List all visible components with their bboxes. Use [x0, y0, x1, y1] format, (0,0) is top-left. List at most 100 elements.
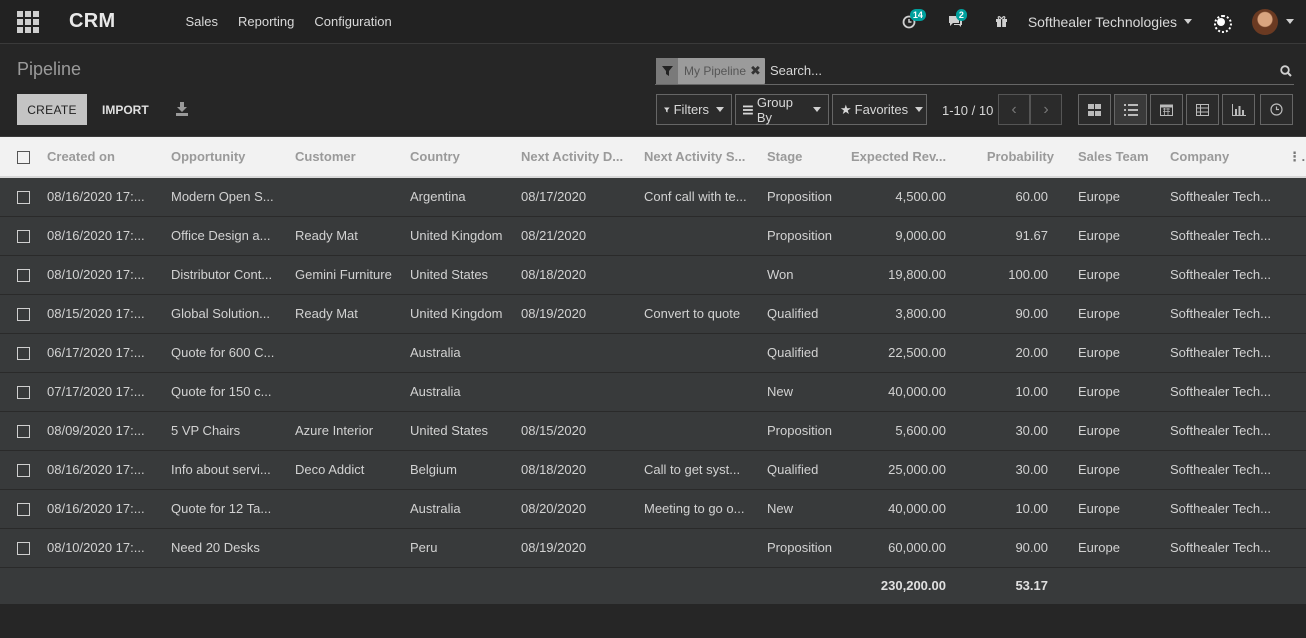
row-select-cell [0, 528, 41, 567]
cell-country: Australia [410, 345, 461, 360]
pager-value[interactable]: 1-10 / 10 [942, 103, 993, 118]
create-button[interactable]: CREATE [17, 94, 87, 125]
column-header[interactable]: Opportunity [165, 137, 289, 178]
chevron-right-icon: › [1043, 100, 1049, 118]
user-avatar[interactable] [1252, 8, 1278, 35]
cell-probability: 10.00 [1015, 384, 1048, 399]
pager-previous-button[interactable]: ‹ [998, 94, 1030, 125]
menu-item-sales[interactable]: Sales [175, 14, 228, 29]
pager-next-button[interactable]: › [1030, 94, 1062, 125]
remove-facet-icon[interactable]: ✖ [750, 63, 765, 79]
view-calendar-button[interactable] [1150, 94, 1183, 125]
view-pivot-button[interactable] [1186, 94, 1219, 125]
cell-next-activity-summary [638, 528, 761, 567]
table-row[interactable]: 07/17/2020 17:... Quote for 150 c... Austr… [0, 372, 1306, 411]
cell-created-on: 08/16/2020 17:... [47, 501, 145, 516]
row-checkbox[interactable] [17, 425, 30, 439]
view-list-button[interactable] [1114, 94, 1147, 125]
control-panel: Pipeline CREATE IMPORT My Pipeline ✖ Fil… [0, 44, 1306, 137]
filter-icon [656, 57, 678, 84]
column-header[interactable]: Next Activity S... [638, 137, 761, 178]
activity-icon[interactable]: 14 [902, 8, 926, 29]
row-select-cell [0, 333, 41, 372]
column-header[interactable]: Expected Rev... [845, 137, 960, 178]
cell-customer: Ready Mat [295, 228, 358, 243]
systray: 14 2 Softhealer Technologies [890, 0, 1306, 44]
groupby-button[interactable]: Group By [735, 94, 829, 125]
cell-opportunity: Quote for 12 Ta... [171, 501, 272, 516]
column-header[interactable]: Customer [289, 137, 404, 178]
list-icon [743, 105, 753, 114]
table-row[interactable]: 08/10/2020 17:... Need 20 Desks Peru 08/19/… [0, 528, 1306, 567]
row-checkbox[interactable] [17, 542, 30, 556]
row-checkbox[interactable] [17, 464, 30, 478]
row-checkbox[interactable] [17, 230, 30, 244]
table-row[interactable]: 08/16/2020 17:... Info about servi... Deco… [0, 450, 1306, 489]
view-graph-button[interactable] [1222, 94, 1255, 125]
cell-sales-team: Europe [1078, 306, 1120, 321]
table-row[interactable]: 06/17/2020 17:... Quote for 600 C... Austr… [0, 333, 1306, 372]
cell-next-activity-date: 08/17/2020 [521, 189, 587, 205]
filters-button[interactable]: Filters [656, 94, 732, 125]
company-switcher[interactable]: Softhealer Technologies [1028, 14, 1192, 30]
cell-customer: Gemini Furniture [295, 267, 392, 282]
cell-next-activity-summary: Conf call with te... [644, 189, 747, 205]
row-end-cell [1282, 528, 1306, 567]
search-input[interactable] [769, 63, 1270, 78]
row-end-cell [1282, 177, 1306, 216]
row-checkbox[interactable] [17, 503, 30, 517]
view-activity-button[interactable] [1260, 94, 1293, 125]
app-brand[interactable]: CRM [69, 10, 115, 33]
row-select-cell [0, 294, 41, 333]
column-header[interactable]: Probability [960, 137, 1060, 178]
row-checkbox[interactable] [17, 347, 30, 361]
search-icon[interactable] [1280, 65, 1292, 77]
table-row[interactable]: 08/16/2020 17:... Office Design a... Ready… [0, 216, 1306, 255]
optional-columns-icon[interactable]: ⋮ [1282, 137, 1306, 178]
menu-item-reporting[interactable]: Reporting [228, 14, 304, 29]
cell-stage: New [767, 501, 794, 516]
import-button[interactable]: IMPORT [96, 94, 155, 125]
view-kanban-button[interactable] [1078, 94, 1111, 125]
apps-menu-icon[interactable] [17, 10, 39, 33]
column-header[interactable]: Next Activity D... [515, 137, 638, 178]
row-end-cell [1282, 216, 1306, 255]
list-view-icon [1123, 103, 1138, 116]
cell-opportunity: Office Design a... [171, 228, 271, 243]
cell-country: Australia [410, 384, 461, 399]
cell-probability: 100.00 [1008, 267, 1048, 282]
table-row[interactable]: 08/10/2020 17:... Distributor Cont... Gemi… [0, 255, 1306, 294]
cell-sales-team: Europe [1078, 189, 1120, 205]
row-checkbox[interactable] [17, 308, 30, 322]
cell-next-activity-date [515, 372, 638, 411]
column-header[interactable]: Company [1164, 137, 1282, 178]
cell-created-on: 08/16/2020 17:... [47, 189, 145, 205]
row-checkbox[interactable] [17, 269, 30, 283]
row-checkbox[interactable] [17, 386, 30, 400]
column-header[interactable]: Created on [41, 137, 165, 178]
table-row[interactable]: 08/09/2020 17:... 5 VP Chairs Azure Interi… [0, 411, 1306, 450]
cell-next-activity-date: 08/15/2020 [521, 423, 587, 438]
row-select-cell [0, 255, 41, 294]
column-header[interactable]: Stage [761, 137, 845, 178]
cell-opportunity: Quote for 600 C... [171, 345, 275, 360]
sun-icon[interactable] [1214, 14, 1232, 33]
column-header[interactable]: Country [404, 137, 515, 178]
cell-probability: 30.00 [1015, 423, 1048, 438]
table-row[interactable]: 08/16/2020 17:... Modern Open S... Argenti… [0, 177, 1306, 216]
cell-company: Softhealer Tech... [1170, 306, 1271, 321]
select-all-checkbox[interactable] [17, 151, 30, 165]
chevron-down-icon[interactable] [1286, 19, 1294, 24]
messages-icon[interactable]: 2 [948, 9, 967, 28]
table-row[interactable]: 08/15/2020 17:... Global Solution... Ready… [0, 294, 1306, 333]
cell-opportunity: Info about servi... [171, 462, 271, 477]
column-header[interactable]: Sales Team [1060, 137, 1164, 178]
favorites-button[interactable]: ★ Favorites [832, 94, 927, 125]
menu-item-configuration[interactable]: Configuration [304, 14, 401, 29]
main-menu: Sales Reporting Configuration [175, 14, 401, 29]
row-checkbox[interactable] [17, 191, 30, 205]
row-select-cell [0, 177, 41, 216]
gift-icon[interactable] [995, 15, 1008, 28]
table-row[interactable]: 08/16/2020 17:... Quote for 12 Ta... Austr… [0, 489, 1306, 528]
download-icon[interactable] [176, 102, 188, 116]
